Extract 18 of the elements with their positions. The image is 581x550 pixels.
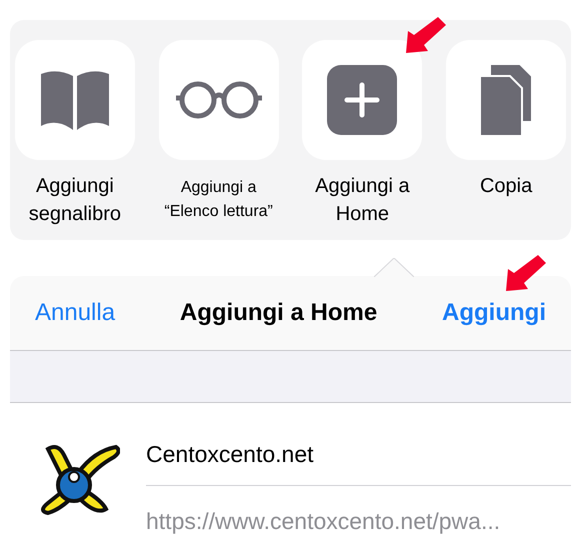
action-tile[interactable]	[14, 40, 135, 160]
action-label: Aggiungi segnalibro	[28, 174, 122, 227]
plus-square-icon	[327, 65, 398, 135]
action-tile[interactable]	[302, 40, 422, 160]
action-tile[interactable]	[446, 40, 566, 160]
action-label: Copia	[480, 174, 532, 199]
app-name-field[interactable]: Centoxcento.net	[146, 436, 314, 472]
add-button[interactable]: Aggiungi	[442, 295, 546, 331]
annotation-arrow-icon	[404, 17, 446, 55]
glasses-icon	[174, 80, 264, 120]
book-icon	[38, 70, 111, 130]
action-tile[interactable]	[158, 40, 279, 160]
annotation-arrow-icon	[504, 255, 546, 293]
action-label: Aggiungi a Home	[315, 174, 410, 227]
action-label: Aggiungi a “Elenco lettura”	[164, 178, 273, 222]
cancel-button[interactable]: Annulla	[35, 295, 116, 331]
url-text: https://www.centoxcento.net/pwa...	[146, 506, 500, 536]
dialog-title: Aggiungi a Home	[180, 298, 378, 328]
